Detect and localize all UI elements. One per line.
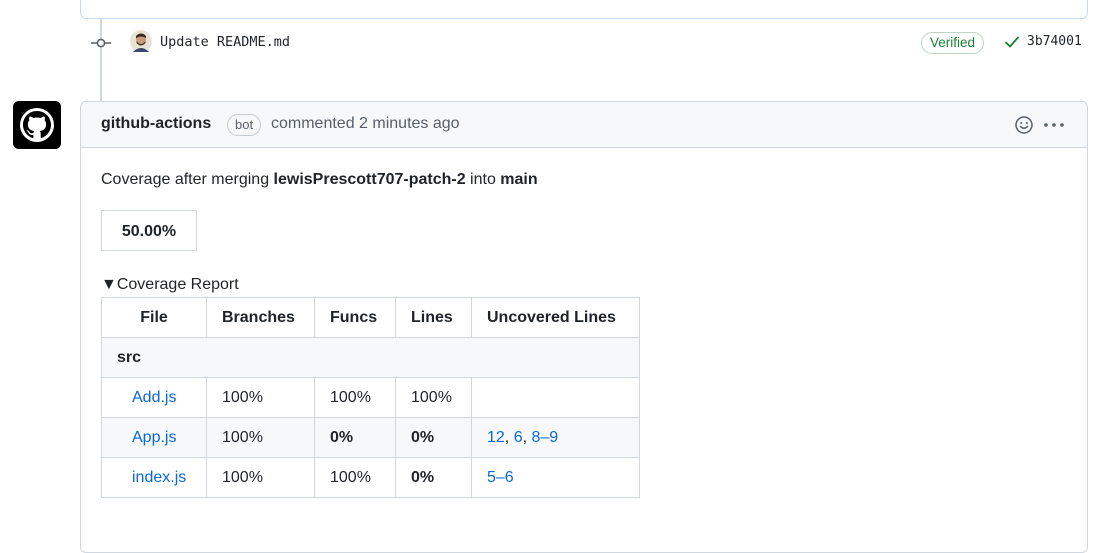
github-logo-icon[interactable]: [13, 101, 61, 149]
separator: ,: [504, 428, 514, 446]
table-row: App.js 100% 0% 0% 12, 6, 8–9: [101, 417, 640, 458]
cell-branches: 100%: [206, 457, 315, 498]
bot-badge: bot: [227, 114, 262, 136]
cell-funcs: 100%: [314, 457, 396, 498]
cell-lines: 0%: [395, 417, 472, 458]
body-mid: into: [465, 171, 501, 188]
cell-uncovered: 12, 6, 8–9: [471, 417, 640, 458]
uncovered-line-link[interactable]: 5–6: [487, 469, 514, 486]
cell-lines: 100%: [395, 377, 472, 418]
body-prefix: Coverage after merging: [101, 171, 274, 188]
verified-badge[interactable]: Verified: [921, 32, 985, 54]
coverage-report-toggle[interactable]: ▼Coverage Report: [101, 276, 239, 294]
cell-branches: 100%: [206, 377, 315, 418]
commit-sha[interactable]: 3b74001: [1027, 34, 1082, 49]
user-avatar[interactable]: [130, 30, 152, 52]
coverage-table: File Branches Funcs Lines Uncovered Line…: [101, 297, 640, 498]
smiley-icon[interactable]: [1014, 115, 1034, 135]
file-link[interactable]: App.js: [101, 417, 207, 458]
comment-body-text: Coverage after merging lewisPrescott707-…: [101, 171, 538, 189]
file-link[interactable]: index.js: [101, 457, 207, 498]
cell-branches: 100%: [206, 417, 315, 458]
commit-node-icon: [91, 38, 111, 48]
uncovered-line-link[interactable]: 12: [487, 429, 505, 446]
commit-message[interactable]: Update README.md: [160, 34, 290, 50]
cell-funcs: 100%: [314, 377, 396, 418]
cell-uncovered: 5–6: [471, 457, 640, 498]
header-file: File: [101, 297, 207, 338]
kebab-menu-icon[interactable]: [1043, 115, 1065, 135]
previous-comment-box: [80, 0, 1088, 19]
cell-lines: 0%: [395, 457, 472, 498]
source-branch: lewisPrescott707-patch-2: [273, 171, 466, 188]
uncovered-line-link[interactable]: 8–9: [531, 429, 558, 446]
header-branches: Branches: [206, 297, 315, 338]
comment-card: github-actions bot commented 2 minutes a…: [80, 101, 1088, 553]
header-funcs: Funcs: [314, 297, 396, 338]
target-branch: main: [500, 171, 538, 188]
uncovered-line-link[interactable]: 6: [514, 429, 523, 446]
comment-header: github-actions bot commented 2 minutes a…: [81, 102, 1087, 148]
cell-funcs: 0%: [314, 417, 396, 458]
file-link[interactable]: Add.js: [101, 377, 207, 418]
table-row: Add.js 100% 100% 100%: [101, 377, 640, 418]
header-lines: Lines: [395, 297, 472, 338]
coverage-percent-box: 50.00%: [101, 210, 197, 251]
table-row: index.js 100% 100% 0% 5–6: [101, 457, 640, 498]
comment-timestamp[interactable]: commented 2 minutes ago: [271, 115, 460, 133]
timeline-line: [100, 19, 102, 102]
comment-author[interactable]: github-actions: [101, 115, 211, 133]
check-icon: [1005, 36, 1019, 48]
cell-uncovered: [471, 377, 640, 418]
header-uncovered: Uncovered Lines: [471, 297, 640, 338]
table-header-row: File Branches Funcs Lines Uncovered Line…: [101, 297, 640, 338]
group-label: src: [101, 337, 640, 378]
table-group-row: src: [101, 337, 640, 378]
